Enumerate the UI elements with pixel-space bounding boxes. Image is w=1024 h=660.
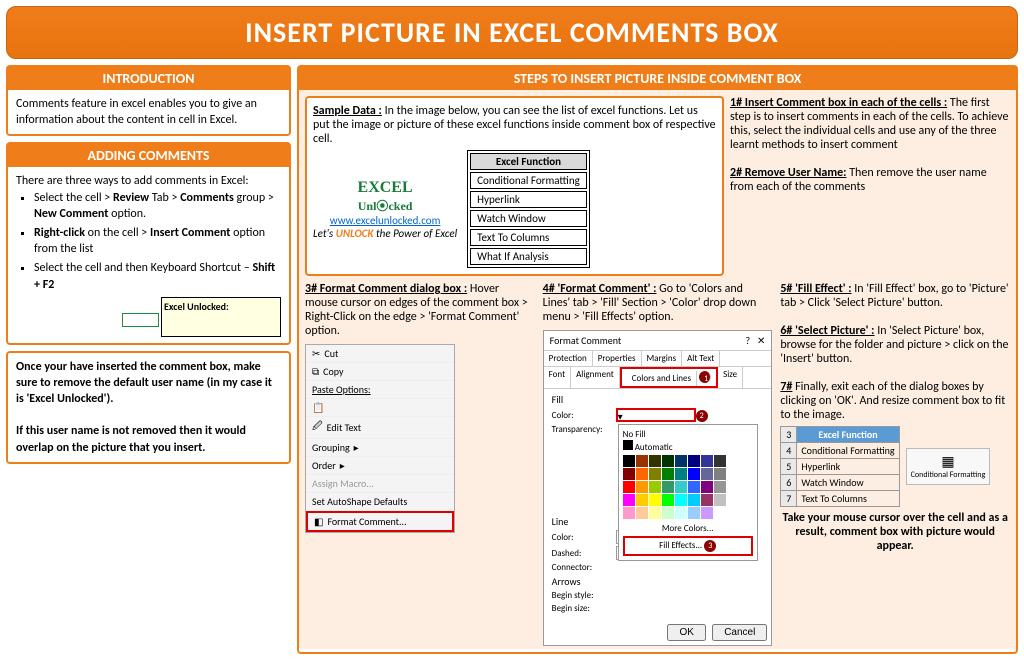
tab-colors-lines[interactable]: Colors and Lines 1 xyxy=(620,367,718,388)
no-fill-option[interactable]: No Fill xyxy=(623,429,753,440)
cancel-button[interactable]: Cancel xyxy=(712,624,767,641)
color-popup: No Fill Automatic xyxy=(618,424,758,561)
result-table: 3Excel Function 4Conditional Formatting … xyxy=(780,426,899,507)
menu-grouping[interactable]: Grouping ▸ xyxy=(306,439,454,457)
introduction-body: Comments feature in excel enables you to… xyxy=(8,90,289,134)
menu-edit-text[interactable]: 🖉Edit Text xyxy=(306,417,454,439)
conditional-formatting-icon: ▦ Conditional Formatting xyxy=(906,448,991,485)
introduction-panel: INTRODUCTION Comments feature in excel e… xyxy=(6,65,291,136)
note-line1: Once your have inserted the comment box,… xyxy=(16,360,272,406)
tab-protection[interactable]: Protection xyxy=(544,351,593,366)
adding-comments-heading: ADDING COMMENTS xyxy=(8,144,289,167)
dialog-controls[interactable]: ? ✕ xyxy=(746,334,766,347)
format-icon: ◧ xyxy=(314,515,323,528)
comment-demo-box: Excel Unlocked: xyxy=(161,297,281,337)
edit-icon: 🖉 xyxy=(312,419,323,436)
context-menu: ✂Cut ⧉Copy Paste Options: 📋 🖉Edit Text G… xyxy=(305,344,455,533)
menu-format-comment[interactable]: ◧Format Comment... xyxy=(306,511,454,532)
menu-assign-macro[interactable]: Assign Macro... xyxy=(306,475,454,493)
fill-section: Fill xyxy=(552,393,764,406)
tab-properties[interactable]: Properties xyxy=(593,351,642,366)
automatic-option[interactable]: Automatic xyxy=(635,442,673,453)
step-3: 3# Format Comment dialog box : Hover mou… xyxy=(305,282,535,338)
adding-comments-panel: ADDING COMMENTS There are three ways to … xyxy=(6,142,291,344)
adding-intro: There are three ways to add comments in … xyxy=(16,173,281,189)
menu-paste-icon[interactable]: 📋 xyxy=(306,399,454,417)
introduction-heading: INTRODUCTION xyxy=(8,67,289,90)
sample-data-box: Sample Data : In the image below, you ca… xyxy=(305,96,724,276)
step-2: 2# Remove User Name: Then remove the use… xyxy=(730,166,1010,194)
dialog-title: Format Comment xyxy=(550,334,622,347)
ok-button[interactable]: OK xyxy=(667,624,705,641)
tab-alt-text[interactable]: Alt Text xyxy=(682,351,720,366)
menu-set-defaults[interactable]: Set AutoShape Defaults xyxy=(306,493,454,511)
step-5: 5# 'Fill Effect' : In 'Fill Effect' box,… xyxy=(780,282,1010,310)
menu-cut[interactable]: ✂Cut xyxy=(306,345,454,363)
menu-copy[interactable]: ⧉Copy xyxy=(306,363,454,381)
step-4: 4# 'Format Comment' : Go to 'Colors and … xyxy=(543,282,773,324)
tab-size[interactable]: Size xyxy=(718,367,743,388)
menu-order[interactable]: Order ▸ xyxy=(306,457,454,475)
excel-function-table: Excel Function Conditional Formatting Hy… xyxy=(467,150,590,268)
step-7: 7# Finally, exit each of the dialog boxe… xyxy=(780,380,1010,422)
step-1: 1# Insert Comment box in each of the cel… xyxy=(730,96,1010,152)
step-6: 6# 'Select Picture' : In 'Select Picture… xyxy=(780,324,1010,366)
steps-heading: STEPS TO INSERT PICTURE INSIDE COMMENT B… xyxy=(299,67,1016,90)
fill-color-dropdown[interactable]: ▾ 2 No Fill Automatic xyxy=(616,408,696,422)
tab-font[interactable]: Font xyxy=(544,367,571,388)
clipboard-icon: 📋 xyxy=(312,401,324,414)
menu-paste[interactable]: Paste Options: xyxy=(306,381,454,399)
excel-unlocked-logo: EXCEL Unl⦿cked www.excelunlocked.com Let… xyxy=(313,179,457,240)
copy-icon: ⧉ xyxy=(312,365,319,378)
excelunlocked-link[interactable]: www.excelunlocked.com xyxy=(330,214,441,227)
arrows-section: Arrows xyxy=(552,575,764,588)
note-panel: Once your have inserted the comment box,… xyxy=(6,351,291,464)
adding-methods-list: Select the cell > Review Tab > Comments … xyxy=(34,190,281,293)
more-colors-option[interactable]: More Colors... xyxy=(623,521,753,536)
result-caption: Take your mouse cursor over the cell and… xyxy=(780,511,1010,553)
steps-panel: STEPS TO INSERT PICTURE INSIDE COMMENT B… xyxy=(297,65,1018,654)
note-line2: If this user name is not removed then it… xyxy=(16,424,246,454)
color-swatches[interactable] xyxy=(623,455,753,519)
tab-alignment[interactable]: Alignment xyxy=(571,367,620,388)
tab-margins[interactable]: Margins xyxy=(642,351,683,366)
cut-icon: ✂ xyxy=(312,347,320,360)
format-comment-dialog: Format Comment? ✕ Protection Properties … xyxy=(543,330,773,646)
page-title: INSERT PICTURE IN EXCEL COMMENTS BOX xyxy=(6,6,1018,59)
fill-effects-option[interactable]: Fill Effects... 3 xyxy=(623,536,753,556)
